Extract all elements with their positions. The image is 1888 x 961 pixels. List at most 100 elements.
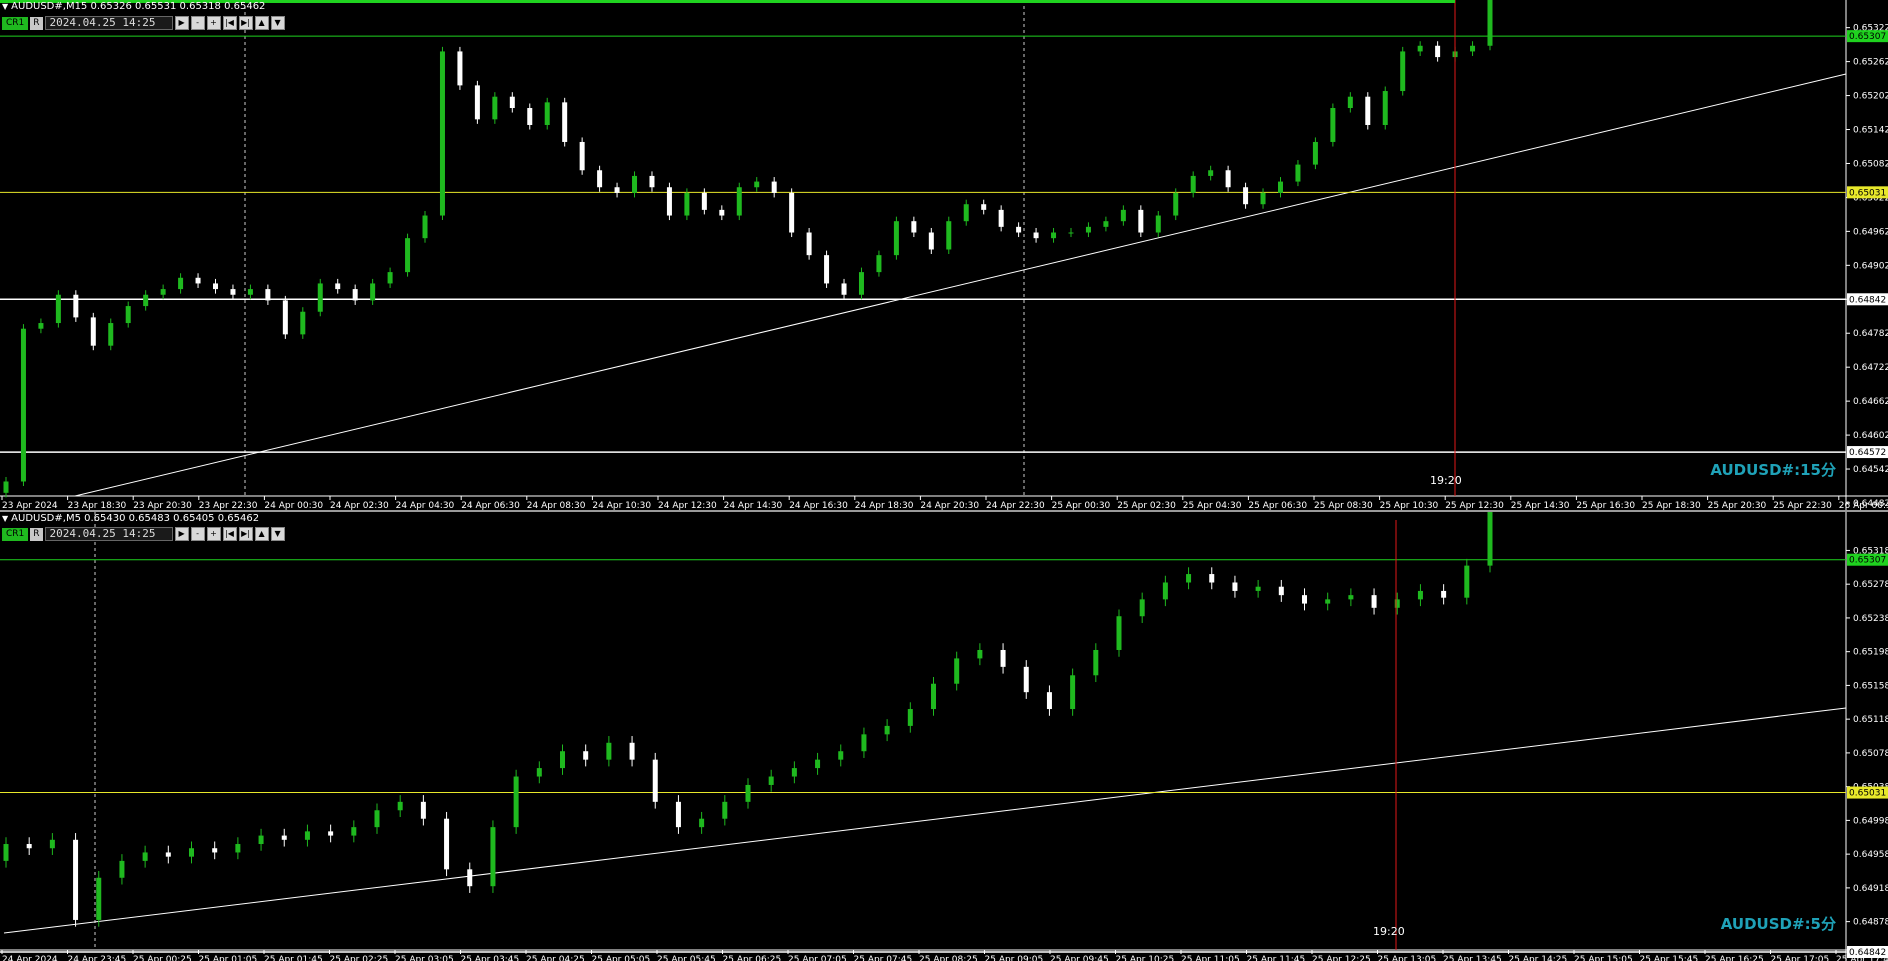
step-forward-icon[interactable]: ▶|	[238, 16, 253, 30]
time-label: 24 Apr 18:30	[855, 501, 914, 510]
time-label: 25 Apr 00:25	[133, 955, 192, 961]
candle-body	[1348, 595, 1354, 600]
candle-body	[1162, 582, 1168, 600]
step-back-icon[interactable]: |◀	[222, 16, 237, 30]
step-back-icon[interactable]: |◀	[222, 527, 237, 541]
candle-body	[317, 283, 323, 312]
candle-body	[1051, 232, 1057, 239]
candle-body	[632, 175, 638, 193]
price-label: 0.65202	[1853, 92, 1888, 102]
time-label: 25 Apr 11:45	[1247, 955, 1306, 961]
time-label: 25 Apr 22:30	[1773, 501, 1832, 510]
candle-body	[954, 658, 960, 684]
date-input[interactable]: 2024.04.25 14:25	[44, 527, 173, 541]
arrow-up-icon[interactable]: ▲	[254, 527, 269, 541]
collapse-triangle-icon[interactable]: ▼	[2, 2, 8, 11]
candle-body	[20, 328, 26, 482]
cr-button[interactable]: CR1	[2, 16, 29, 30]
time-label: 25 Apr 15:45	[1640, 955, 1699, 961]
candle-body	[768, 776, 774, 785]
time-label: 24 Apr 23:45	[68, 955, 127, 961]
chart-m15-panel[interactable]: 0.65322 0.65262 0.65202 0.65142 0.65082 0.650…	[0, 0, 1888, 510]
candle-body	[258, 835, 264, 845]
candle-body	[1209, 574, 1215, 583]
time-label: 25 Apr 18:30	[1642, 501, 1701, 510]
arrow-up-icon[interactable]: ▲	[254, 16, 269, 30]
candle-body	[1295, 164, 1301, 182]
candle-body	[838, 751, 844, 760]
r-button[interactable]: R	[30, 527, 43, 541]
candle-body	[1033, 232, 1039, 239]
time-label: 25 Apr 13:05	[1378, 955, 1437, 961]
time-label: 25 Apr 11:05	[1181, 955, 1240, 961]
candle-body	[143, 294, 149, 307]
candle-body	[422, 215, 428, 239]
chart-m15-canvas[interactable]: 0.653220.652620.652020.651420.650820.650…	[0, 0, 1888, 510]
candle-body	[1138, 209, 1144, 233]
candle-body	[335, 283, 341, 290]
candle-body	[1023, 666, 1029, 693]
cursor-time-label: 19:20	[1373, 925, 1405, 938]
candle-body	[1225, 170, 1231, 188]
candle-body	[1417, 45, 1423, 52]
cr-button[interactable]: CR1	[2, 527, 29, 541]
price-label: 0.65198	[1853, 648, 1888, 658]
price-label: 0.65158	[1853, 681, 1888, 691]
candle-body	[282, 300, 288, 335]
candle-body	[38, 323, 44, 329]
candle-body	[235, 844, 241, 853]
candle-body	[1016, 226, 1022, 233]
arrow-down-icon[interactable]: ▼	[270, 527, 285, 541]
r-button[interactable]: R	[30, 16, 43, 30]
candle-body	[684, 192, 690, 216]
minus-icon[interactable]: -	[190, 527, 205, 541]
minus-icon[interactable]: -	[190, 16, 205, 30]
candle-body	[189, 848, 194, 857]
arrow-down-icon[interactable]: ▼	[270, 16, 285, 30]
candle-body	[1243, 187, 1249, 205]
price-tag-text: 0.65307	[1849, 556, 1886, 566]
chart-m5-canvas[interactable]: 0.653180.652780.652380.651980.651580.651…	[0, 512, 1888, 961]
price-label: 0.65082	[1853, 159, 1888, 169]
candle-body	[90, 317, 96, 346]
chart-m5-panel[interactable]: 0.65318 0.65278 0.65238 0.65198 0.65158 0.651…	[0, 512, 1888, 961]
price-label: 0.64998	[1853, 816, 1888, 826]
candle-body	[911, 221, 917, 233]
price-label: 0.64602	[1853, 431, 1888, 441]
candle-body	[1330, 108, 1336, 142]
candle-body	[1155, 215, 1161, 233]
price-tag-text: 0.64842	[1849, 948, 1886, 958]
plus-icon[interactable]: +	[206, 16, 221, 30]
candle-body	[614, 187, 620, 193]
time-label: 25 Apr 08:30	[1314, 501, 1373, 510]
candle-body	[1068, 232, 1074, 234]
time-label: 25 Apr 02:25	[330, 955, 389, 961]
candle-body	[791, 768, 797, 777]
time-label: 24 Apr 06:30	[461, 501, 520, 510]
time-label: 25 Apr 09:05	[985, 955, 1044, 961]
trendline	[3, 707, 1847, 934]
candle-body	[265, 289, 271, 301]
step-forward-icon[interactable]: ▶|	[238, 527, 253, 541]
candle-body	[1093, 649, 1099, 676]
time-label: 24 Apr 14:30	[724, 501, 783, 510]
candle-body	[439, 51, 445, 216]
collapse-triangle-icon[interactable]: ▼	[2, 514, 8, 523]
candle-body	[160, 289, 166, 295]
candle-body	[247, 289, 253, 295]
candle-body	[1278, 586, 1284, 596]
candle-body	[405, 238, 411, 273]
candle-body	[907, 709, 913, 726]
time-label: 26 Apr 00:30	[1839, 501, 1888, 510]
candle-body	[1441, 590, 1447, 598]
chart-info-m15: ▼ AUDUSD#,M15 0.65326 0.65531 0.65318 0.6…	[2, 1, 265, 12]
plus-icon[interactable]: +	[206, 527, 221, 541]
play-icon[interactable]: ▶	[174, 16, 189, 30]
candle-body	[1186, 574, 1192, 583]
candle-body	[1277, 181, 1283, 193]
candle-body	[649, 175, 655, 188]
play-icon[interactable]: ▶	[174, 527, 189, 541]
candle-body	[1255, 586, 1261, 591]
date-input[interactable]: 2024.04.25 14:25	[44, 16, 173, 30]
candle-body	[666, 187, 672, 216]
